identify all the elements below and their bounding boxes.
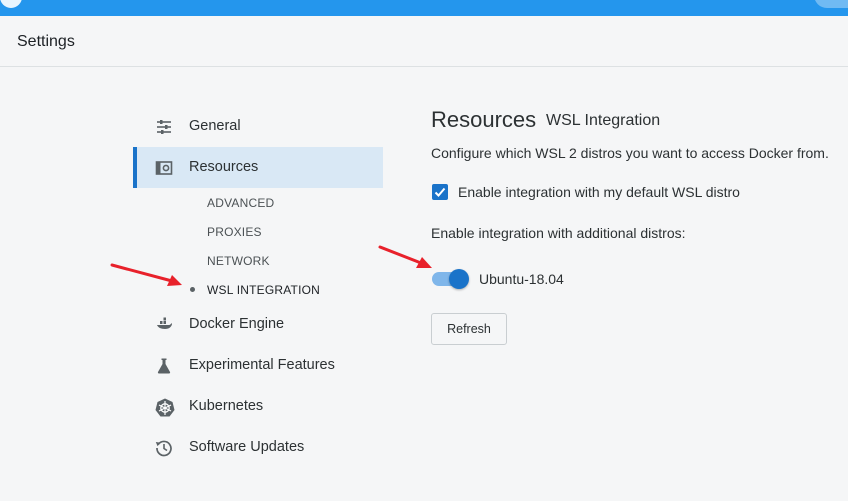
sidebar-item-experimental-features[interactable]: Experimental Features [133,345,383,386]
annotation-arrow-icon [110,263,182,286]
sidebar-item-software-updates[interactable]: Software Updates [133,427,383,468]
sidebar-item-label: Kubernetes [189,398,264,414]
sidebar-item-docker-engine[interactable]: Docker Engine [133,304,383,345]
history-icon [155,439,173,457]
section-subtitle: WSL Integration [546,112,661,129]
sidebar-item-label: Resources [189,159,259,175]
flask-icon [155,357,173,375]
subitem-wsl-integration[interactable]: WSL INTEGRATION [207,283,320,297]
ubuntu-distro-toggle[interactable] [432,269,469,289]
toggle-thumb [449,269,469,289]
subitem-network[interactable]: NETWORK [207,254,270,268]
default-distro-label: Enable integration with my default WSL d… [458,184,740,200]
section-title: Resources [431,107,537,132]
refresh-button[interactable]: Refresh [431,313,507,345]
account-pill[interactable] [814,0,848,8]
settings-header: Settings [0,16,848,67]
checkmark-icon [434,187,446,197]
page-title: Settings [17,33,75,50]
sidebar-item-label: General [189,118,241,134]
subitem-advanced[interactable]: ADVANCED [207,196,274,210]
distro-name: Ubuntu-18.04 [479,271,564,287]
window-titlebar [0,0,848,16]
active-bullet-icon [190,287,195,292]
sidebar-item-label: Experimental Features [189,357,335,373]
default-distro-checkbox[interactable] [432,184,448,200]
annotation-arrow-icon [378,245,432,268]
sidebar-item-resources[interactable]: Resources [133,147,383,188]
sidebar-item-general[interactable]: General [133,106,383,147]
subitem-proxies[interactable]: PROXIES [207,225,262,239]
sidebar-item-label: Software Updates [189,439,305,455]
section-description: Configure which WSL 2 distros you want t… [431,145,829,161]
sidebar-item-label: Docker Engine [189,316,285,332]
whale-icon [155,316,173,334]
sidebar-item-kubernetes[interactable]: Kubernetes [133,386,383,427]
resources-icon [155,159,173,177]
helm-icon [155,398,175,417]
additional-distros-label: Enable integration with additional distr… [431,225,686,241]
docker-logo-icon [0,0,22,8]
sliders-icon [155,118,173,136]
